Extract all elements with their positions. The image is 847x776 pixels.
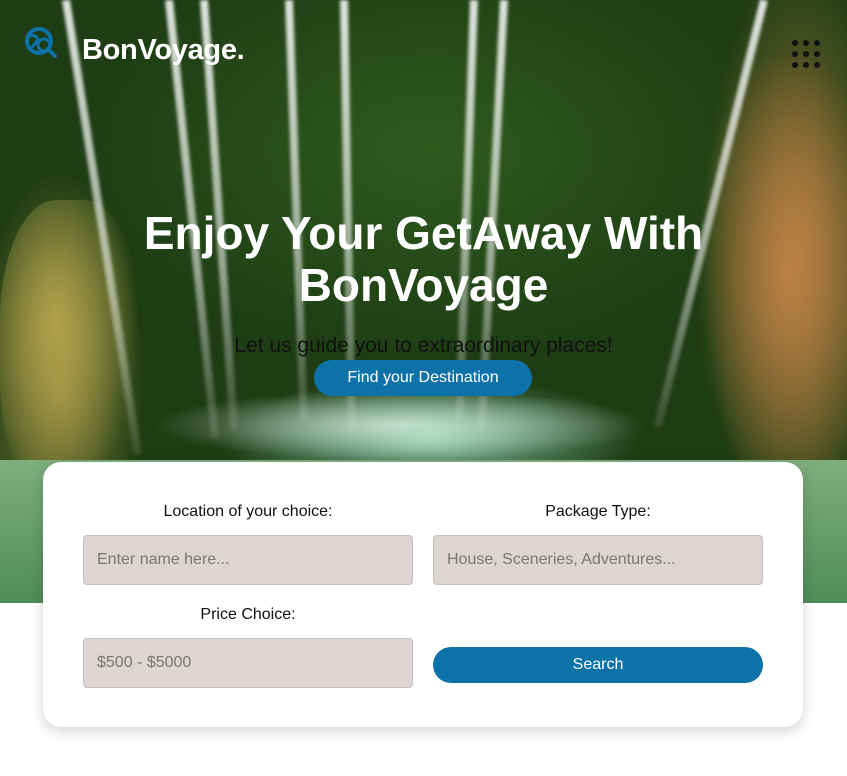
menu-dot <box>792 62 798 68</box>
menu-dot <box>792 51 798 57</box>
search-card: Location of your choice: Package Type: P… <box>43 462 803 727</box>
price-choice-label: Price Choice: <box>200 606 296 623</box>
hero-mist <box>150 390 650 460</box>
menu-dot <box>803 51 809 57</box>
hero-subtitle: Let us guide you to extraordinary places… <box>234 334 613 357</box>
search-button[interactable]: Search <box>433 647 763 683</box>
menu-dot <box>792 40 798 46</box>
price-choice-input[interactable] <box>83 638 413 688</box>
menu-dot <box>803 62 809 68</box>
globe-search-icon[interactable] <box>24 26 58 60</box>
location-label: Location of your choice: <box>163 503 333 520</box>
package-type-label: Package Type: <box>545 503 651 520</box>
menu-dot <box>814 62 820 68</box>
hero-title: Enjoy Your GetAway With BonVoyage <box>143 207 704 311</box>
location-input[interactable] <box>83 535 413 585</box>
brand-name[interactable]: BonVoyage. <box>82 34 245 67</box>
menu-dot <box>803 40 809 46</box>
menu-dot <box>814 51 820 57</box>
page: BonVoyage. Enjoy Your GetAway With BonVo… <box>0 0 847 776</box>
find-destination-button[interactable]: Find your Destination <box>314 360 532 396</box>
menu-dot <box>814 40 820 46</box>
package-type-input[interactable] <box>433 535 763 585</box>
grid-menu-icon[interactable] <box>792 40 822 70</box>
